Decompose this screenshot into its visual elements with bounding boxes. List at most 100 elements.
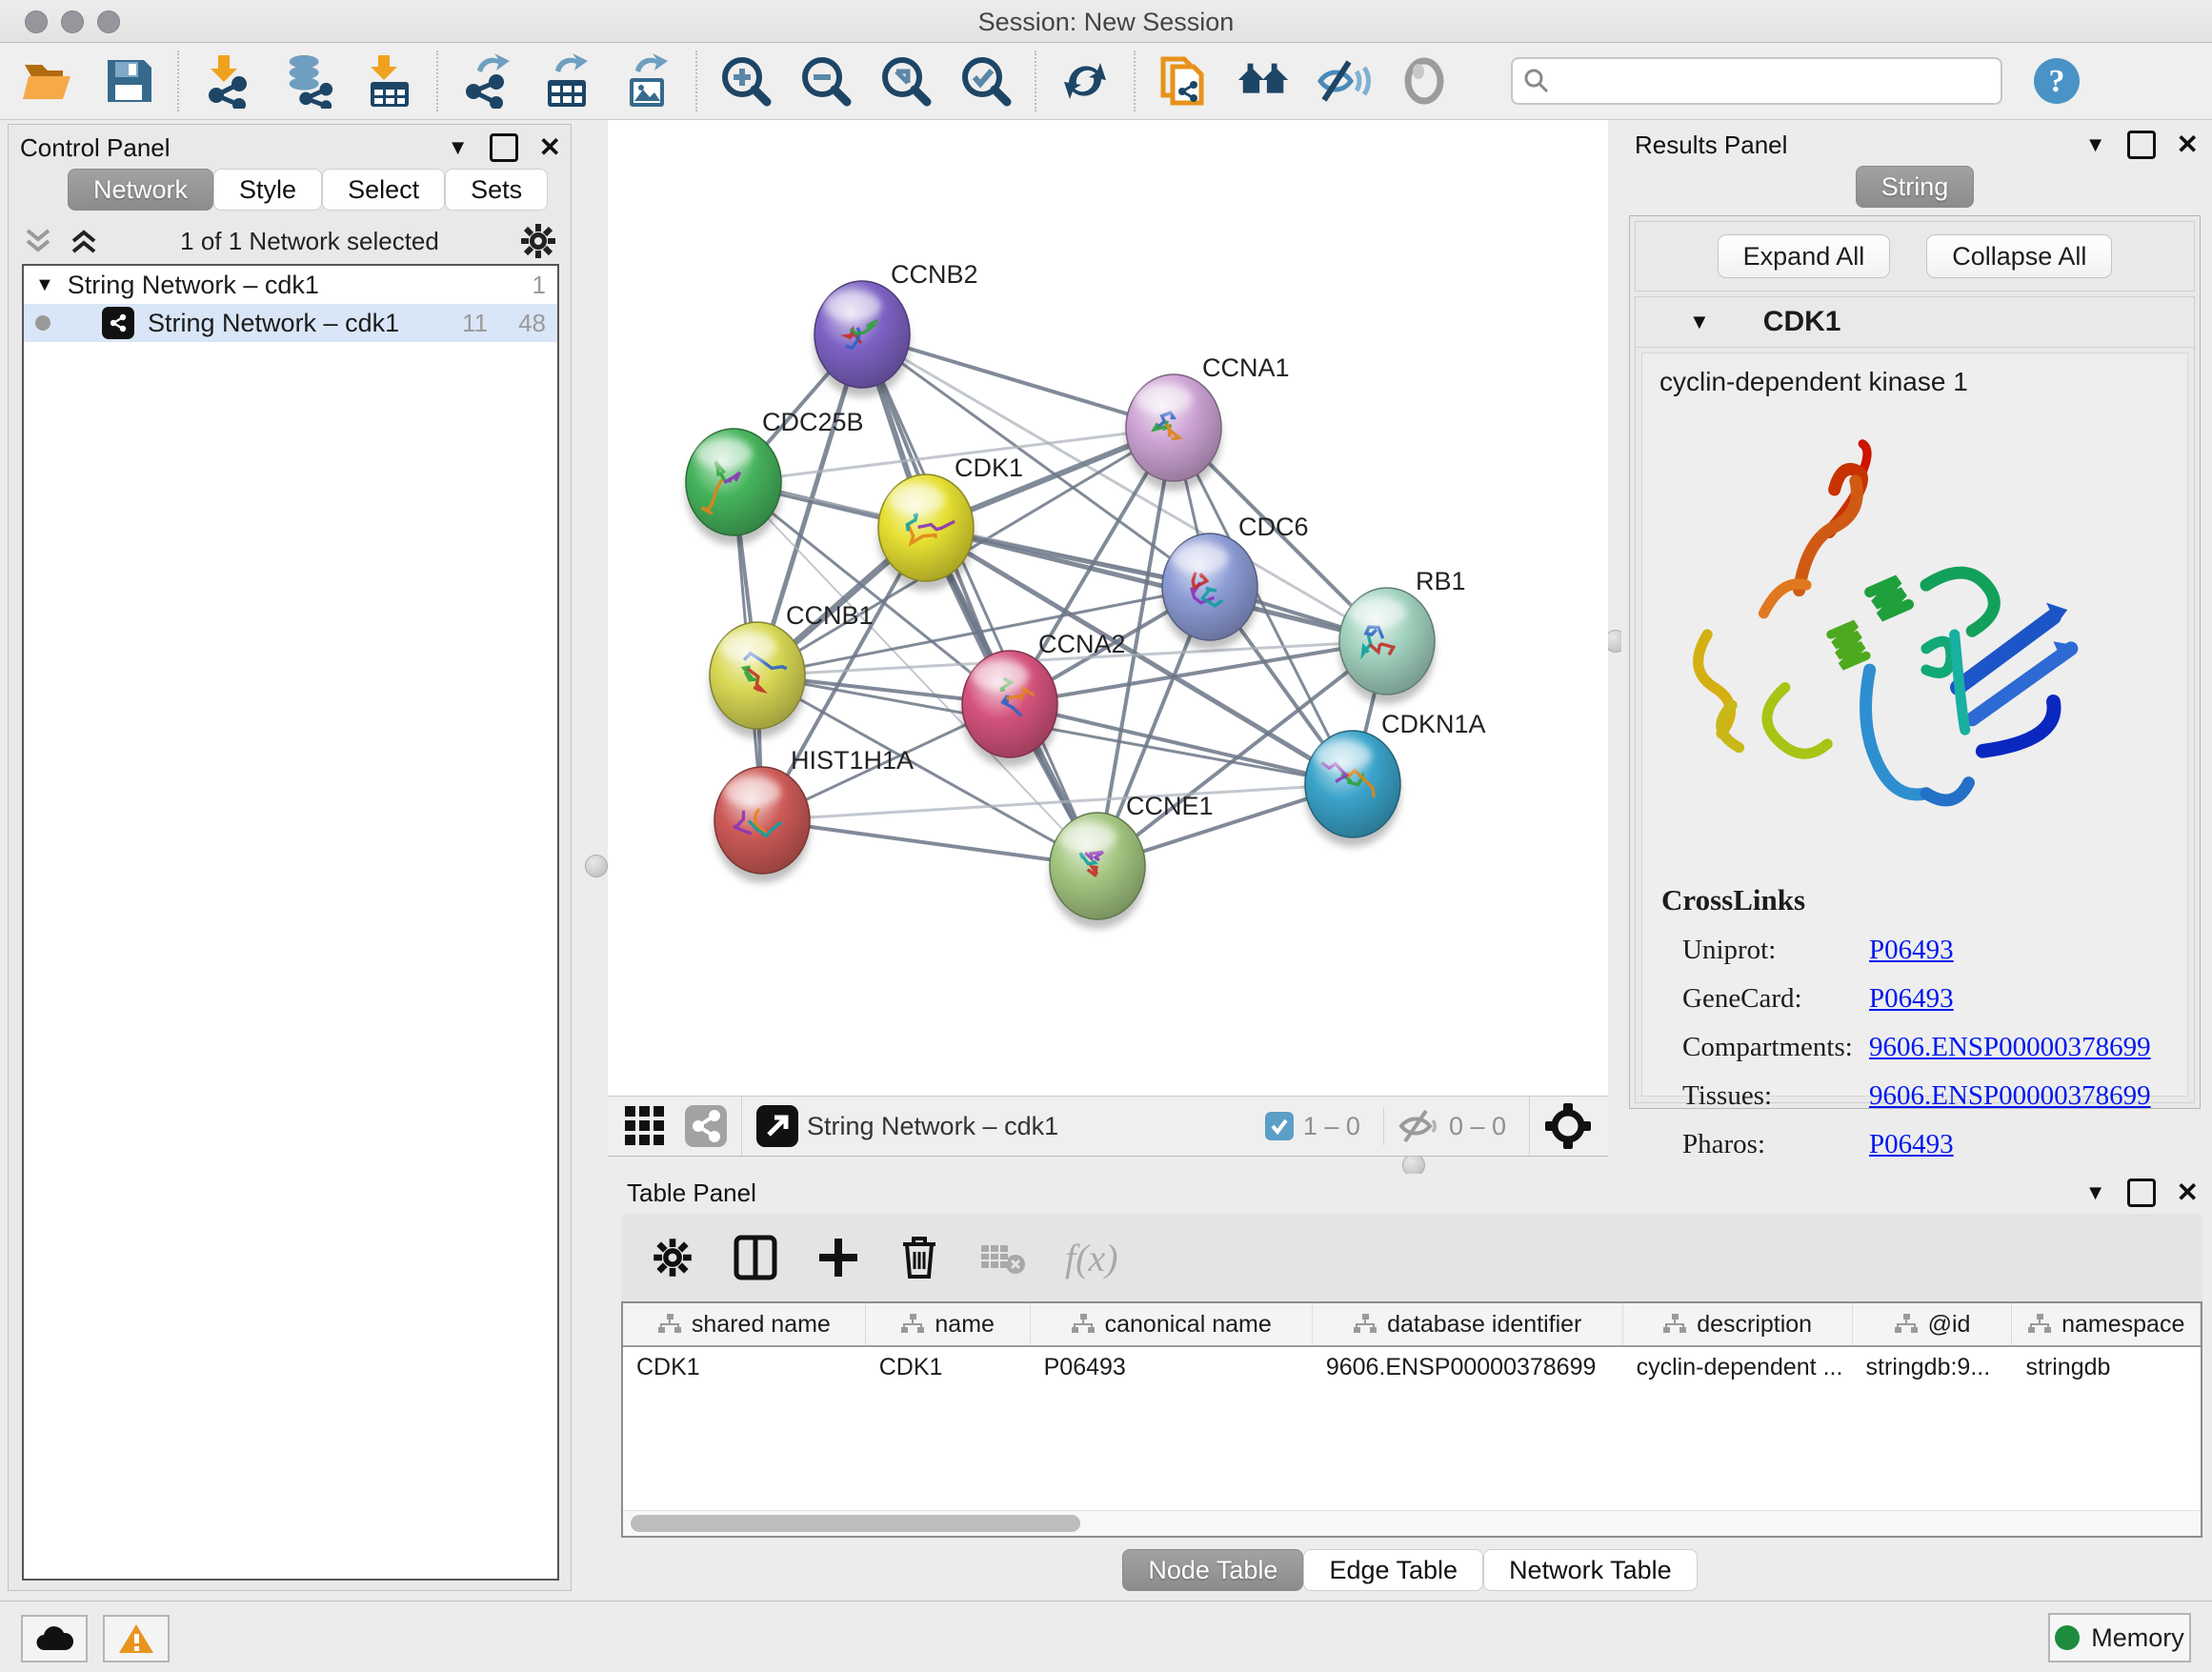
crosslink-link[interactable]: P06493 (1869, 935, 1954, 966)
table-cell[interactable]: 9606.ENSP00000378699 (1313, 1354, 1623, 1381)
node-label-ccne1: CCNE1 (1126, 792, 1214, 821)
table-cell[interactable]: stringdb (2012, 1354, 2201, 1381)
detach-view-icon[interactable] (755, 1104, 799, 1148)
network-node-rb1[interactable] (1339, 588, 1435, 704)
table-cell[interactable]: stringdb:9... (1853, 1354, 2013, 1381)
warning-status-button[interactable] (103, 1615, 170, 1662)
column-header-database-identifier[interactable]: database identifier (1313, 1303, 1623, 1345)
collapse-all-networks-icon[interactable] (22, 227, 54, 255)
help-icon[interactable]: ? (2029, 53, 2084, 109)
birds-eye-view-icon[interactable] (1543, 1101, 1593, 1151)
tab-network-table[interactable]: Network Table (1483, 1549, 1698, 1591)
tab-edge-table[interactable]: Edge Table (1303, 1549, 1483, 1591)
hide-selected-icon[interactable] (1317, 53, 1372, 109)
network-canvas[interactable]: CCNB2CCNA1CDC25BCDK1CDC6RB1CCNB1CCNA2CDK… (608, 120, 1608, 1096)
table-cell[interactable]: CDK1 (866, 1354, 1031, 1381)
column-header-shared-name[interactable]: shared name (623, 1303, 866, 1345)
refresh-icon[interactable] (1057, 53, 1113, 109)
memory-button[interactable]: Memory (2048, 1613, 2191, 1662)
collapse-all-button[interactable]: Collapse All (1926, 234, 2112, 278)
node-label-hist1h1a: HIST1H1A (791, 746, 914, 776)
crosslink-link[interactable]: P06493 (1869, 983, 1954, 1015)
cloud-status-button[interactable] (21, 1615, 88, 1662)
network-node-cdk1[interactable] (878, 474, 974, 591)
zoom-out-icon[interactable] (798, 53, 854, 109)
node-label-ccnb1: CCNB1 (786, 601, 874, 631)
zoom-selected-icon[interactable] (958, 53, 1014, 109)
close-panel-icon[interactable]: ✕ (539, 134, 561, 161)
export-network-icon[interactable] (459, 53, 514, 109)
network-options-gear-icon[interactable] (519, 222, 557, 260)
network-node-cdkn1a[interactable] (1305, 731, 1400, 847)
network-edge[interactable] (862, 334, 1097, 866)
selected-checkbox-icon[interactable] (1265, 1112, 1294, 1140)
network-node-ccna1[interactable] (1126, 374, 1221, 491)
export-image-icon[interactable] (619, 53, 674, 109)
network-node-hist1h1a[interactable] (714, 767, 810, 883)
network-node-cdc25b[interactable] (686, 429, 781, 545)
table-cell[interactable]: CDK1 (623, 1354, 866, 1381)
table-cell[interactable]: P06493 (1031, 1354, 1313, 1381)
delete-column-icon[interactable] (899, 1235, 939, 1280)
crosslink-link[interactable]: 9606.ENSP00000378699 (1869, 1032, 2151, 1063)
network-collection-row[interactable]: ▼ String Network – cdk1 1 (24, 266, 557, 304)
network-node-cdc6[interactable] (1162, 534, 1257, 650)
zoom-in-icon[interactable] (718, 53, 774, 109)
column-header--id[interactable]: @id (1853, 1303, 2013, 1345)
collection-expand-icon[interactable]: ▼ (35, 275, 54, 294)
crosslink-link[interactable]: P06493 (1869, 1129, 1954, 1160)
collapse-table-icon[interactable]: ▼ (2085, 1182, 2106, 1203)
gene-section-expand-icon[interactable]: ▼ (1689, 312, 1710, 332)
export-table-icon[interactable] (539, 53, 594, 109)
column-header-namespace[interactable]: namespace (2012, 1303, 2201, 1345)
tab-network[interactable]: Network (68, 169, 213, 211)
open-session-icon[interactable] (21, 53, 76, 109)
collapse-results-icon[interactable]: ▼ (2085, 134, 2106, 155)
network-edge[interactable] (926, 528, 1387, 641)
zoom-fit-icon[interactable] (878, 53, 934, 109)
network-node-ccne1[interactable] (1050, 813, 1145, 929)
search-input[interactable] (1551, 62, 1991, 100)
column-header-name[interactable]: name (866, 1303, 1031, 1345)
network-share-view-icon[interactable] (684, 1104, 728, 1148)
close-results-icon[interactable]: ✕ (2177, 131, 2199, 158)
crosslink-row: Compartments:9606.ENSP00000378699 (1661, 1032, 2176, 1063)
save-session-icon[interactable] (101, 53, 156, 109)
annotation-icon[interactable] (1156, 53, 1212, 109)
import-network-icon[interactable] (200, 53, 255, 109)
scrollbar-thumb[interactable] (631, 1515, 1080, 1532)
tab-select[interactable]: Select (322, 169, 445, 211)
show-all-icon[interactable] (1397, 53, 1452, 109)
node-table: shared namenamecanonical namedatabase id… (621, 1301, 2202, 1538)
column-header-description[interactable]: description (1623, 1303, 1853, 1345)
network-edge[interactable] (762, 820, 1097, 866)
column-type-icon (2027, 1313, 2052, 1336)
close-table-icon[interactable]: ✕ (2177, 1179, 2199, 1206)
expand-all-networks-icon[interactable] (68, 227, 100, 255)
add-column-icon[interactable] (817, 1237, 859, 1279)
network-node-ccna2[interactable] (962, 651, 1057, 767)
tab-sets[interactable]: Sets (445, 169, 548, 211)
crosslink-link[interactable]: 9606.ENSP00000378699 (1869, 1080, 2151, 1112)
collapse-panel-icon[interactable]: ▼ (448, 137, 469, 158)
tab-node-table[interactable]: Node Table (1122, 1549, 1303, 1591)
import-table-icon[interactable] (360, 53, 415, 109)
home-icon[interactable] (1237, 53, 1292, 109)
show-columns-icon[interactable] (734, 1235, 777, 1280)
network-node-ccnb1[interactable] (710, 622, 805, 738)
tab-style[interactable]: Style (213, 169, 322, 211)
network-row[interactable]: String Network – cdk1 11 48 (24, 304, 557, 342)
grid-view-icon[interactable] (623, 1104, 667, 1148)
tab-string[interactable]: String (1856, 166, 1975, 208)
float-table-icon[interactable] (2127, 1178, 2156, 1207)
import-network-from-database-icon[interactable] (280, 53, 335, 109)
table-options-gear-icon[interactable] (652, 1237, 694, 1279)
table-horizontal-scrollbar[interactable] (623, 1510, 2201, 1536)
network-node-ccnb2[interactable] (814, 281, 910, 397)
column-header-canonical-name[interactable]: canonical name (1031, 1303, 1313, 1345)
expand-all-button[interactable]: Expand All (1718, 234, 1891, 278)
table-cell[interactable]: cyclin-dependent ... (1623, 1354, 1853, 1381)
float-results-icon[interactable] (2127, 131, 2156, 159)
vertical-splitter-handle[interactable] (585, 855, 608, 877)
float-panel-icon[interactable] (490, 133, 518, 162)
